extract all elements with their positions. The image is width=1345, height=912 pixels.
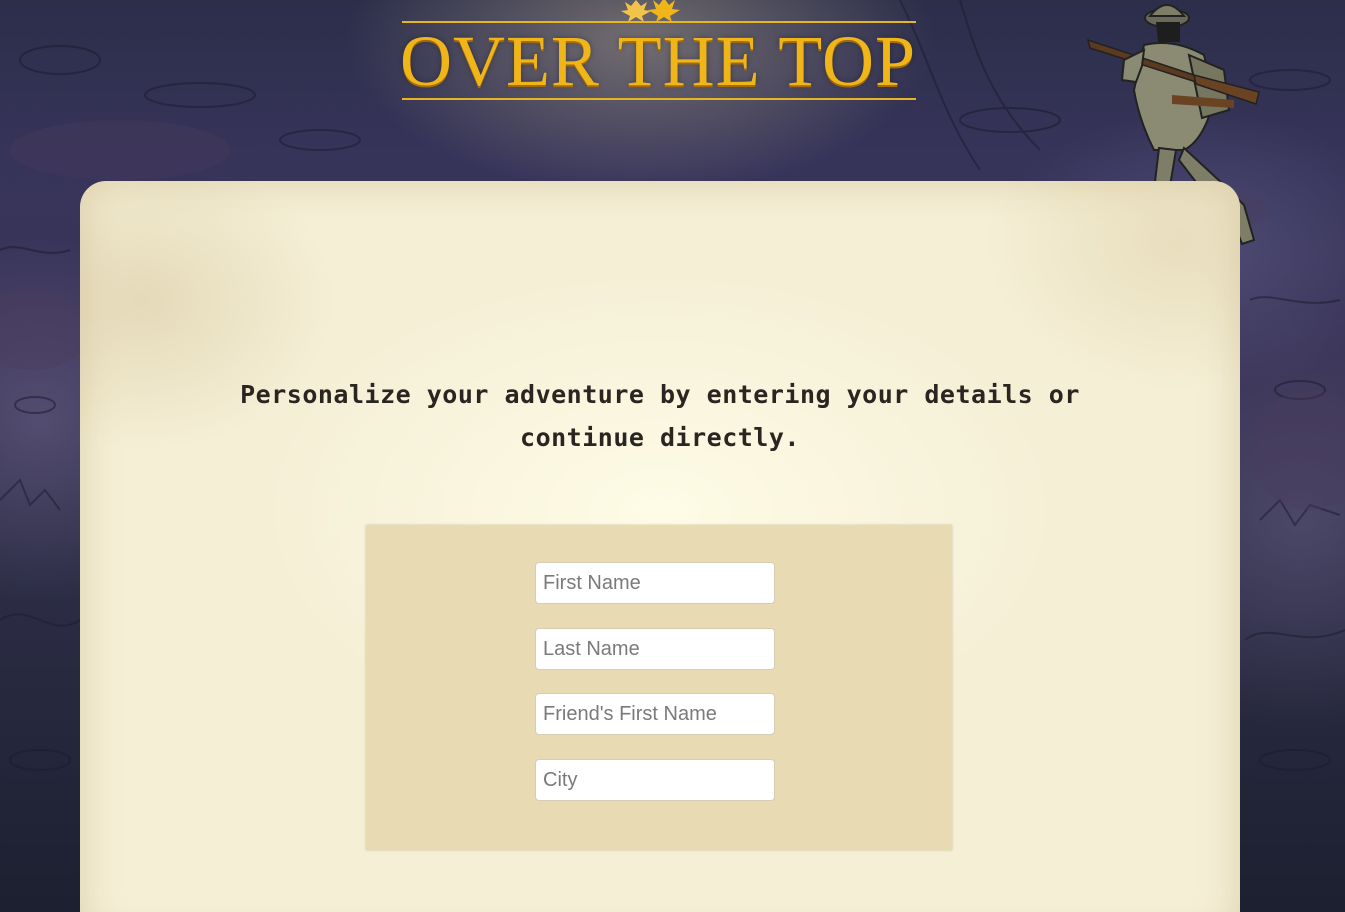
site-logo: OVER THE TOP bbox=[396, 0, 920, 106]
last-name-input[interactable] bbox=[535, 628, 775, 670]
personalization-form bbox=[366, 525, 952, 850]
first-name-input[interactable] bbox=[535, 562, 775, 604]
maple-leaves-icon bbox=[621, 0, 680, 22]
logo-text: OVER THE TOP bbox=[399, 21, 917, 101]
logo-rule-bottom bbox=[402, 98, 916, 100]
friend-first-name-input[interactable] bbox=[535, 693, 775, 735]
parchment-card: Personalize your adventure by entering y… bbox=[80, 181, 1240, 912]
intro-text: Personalize your adventure by entering y… bbox=[240, 380, 1080, 452]
city-input[interactable] bbox=[535, 759, 775, 801]
